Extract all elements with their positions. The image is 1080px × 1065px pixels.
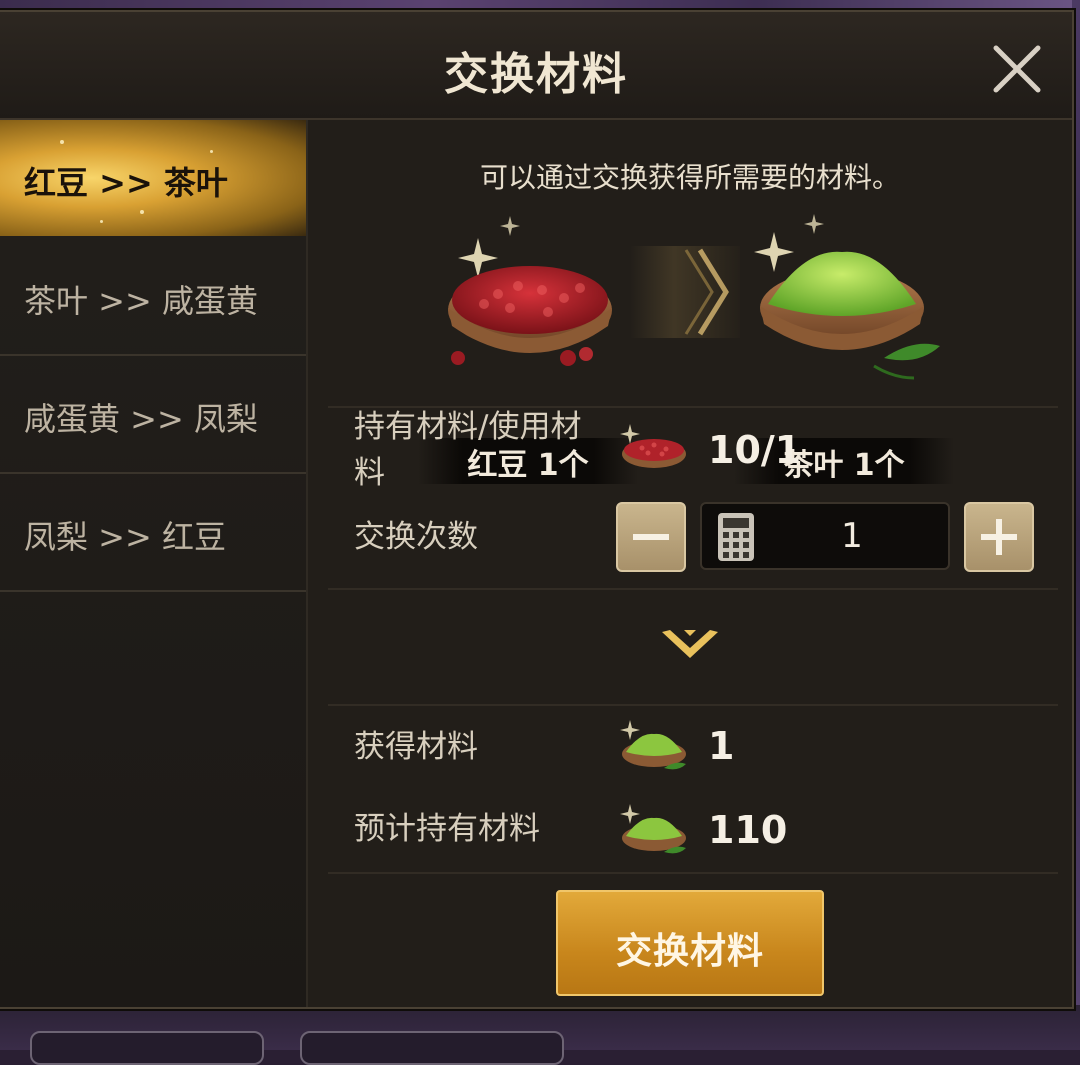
owned-used-label: 持有材料/使用材料 [354,409,582,491]
sidebar-item-yolk-to-pineapple[interactable]: 咸蛋黄 >> 凤梨 [0,356,306,474]
exchange-description: 可以通过交换获得所需要的材料。 [479,161,900,194]
background-button [30,1031,264,1065]
sidebar-item-label: 红豆 >> 茶叶 [24,164,228,202]
expected-value: 110 [708,808,788,852]
red-bean-bowl-icon [616,418,688,478]
decrease-button[interactable] [616,502,686,572]
exchange-count-label: 交换次数 [354,519,478,555]
tea-powder-bowl-icon [754,214,940,380]
exchange-count-value: 1 [841,516,863,556]
exchange-dialog: 交换材料 红豆 >> 茶叶 茶叶 >> 咸蛋黄 咸蛋黄 >> 凤梨 凤梨 >> … [0,10,1074,1009]
down-chevron-icon [658,626,722,666]
divider [328,588,1058,590]
to-item: 茶叶 1个 [734,208,954,484]
expected-label: 预计持有材料 [354,811,540,847]
tea-powder-bowl-icon [616,798,688,858]
exchange-button-label: 交换材料 [615,931,764,972]
divider [328,704,1058,706]
right-chevron-icon [684,248,729,336]
background-bottom [0,1005,1080,1065]
sidebar-item-tea-to-yolk[interactable]: 茶叶 >> 咸蛋黄 [0,238,306,356]
obtain-value: 1 [708,724,735,768]
from-item: 红豆 1个 [418,208,638,484]
sidebar-item-red-bean-to-tea[interactable]: 红豆 >> 茶叶 [0,120,306,236]
tea-powder-bowl-icon [616,714,688,774]
calculator-icon [718,513,754,561]
exchange-button[interactable]: 交换材料 [556,890,824,996]
divider [328,872,1058,874]
close-icon [993,45,1041,93]
sidebar-item-label: 茶叶 >> 咸蛋黄 [24,282,258,320]
owned-used-value: 10/1 [708,428,802,472]
exchange-count-input[interactable]: 1 [700,502,950,570]
exchange-arrow [630,246,740,338]
sidebar-item-label: 凤梨 >> 红豆 [24,518,226,556]
title-bar: 交换材料 [0,12,1072,120]
red-bean-bowl-icon [448,216,612,366]
recipe-sidebar: 红豆 >> 茶叶 茶叶 >> 咸蛋黄 咸蛋黄 >> 凤梨 凤梨 >> 红豆 [0,120,308,1007]
plus-icon [981,519,1017,555]
background-button [300,1031,564,1065]
dialog-title: 交换材料 [444,49,628,100]
sidebar-item-pineapple-to-red-bean[interactable]: 凤梨 >> 红豆 [0,474,306,592]
increase-button[interactable] [964,502,1034,572]
obtain-label: 获得材料 [354,729,478,765]
exchange-panel: 可以通过交换获得所需要的材料。 红豆 1个 茶叶 1个 持有材料/使用材料 10… [308,120,1072,1007]
minus-icon [633,534,669,540]
sidebar-item-label: 咸蛋黄 >> 凤梨 [24,400,258,438]
close-button[interactable] [988,40,1046,98]
